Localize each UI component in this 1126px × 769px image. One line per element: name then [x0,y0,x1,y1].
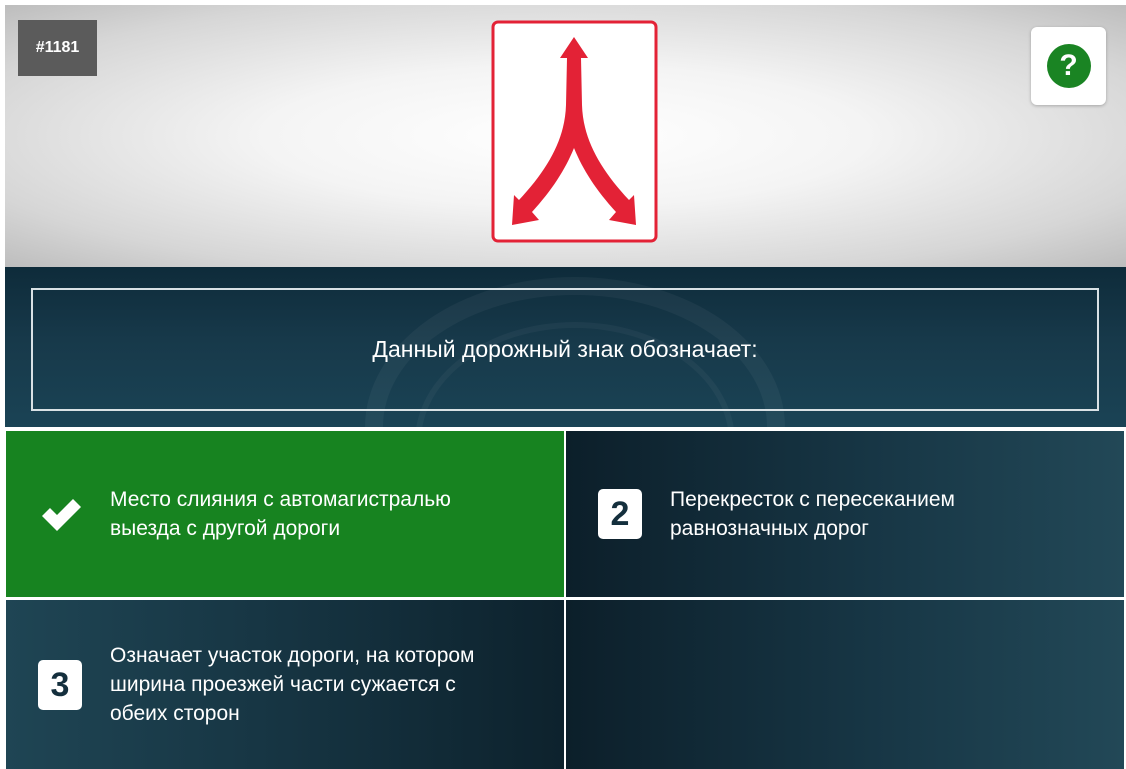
question-number-badge: #1181 [18,20,97,76]
answer-text-3: Означает участок дороги, на котором шири… [110,644,475,725]
help-button[interactable]: ? [1031,27,1106,105]
answer-option-3[interactable]: 3 Означает участок дороги, на котором ши… [6,600,564,769]
answer-number-badge-2: 2 [598,489,642,539]
answer-option-1[interactable]: Место слияния с автомагистралью выезда с… [6,431,564,597]
question-mark-icon: ? [1046,44,1091,88]
answer-option-empty [566,600,1124,769]
sign-panel: #1181 ? [5,5,1126,267]
answer-text-2: Перекресток с пересеканием равнозначных … [670,488,955,540]
answer-number-badge-3: 3 [38,660,82,710]
question-panel: Данный дорожный знак обозначает: [5,267,1126,427]
answer-text-1: Место слияния с автомагистралью выезда с… [110,488,451,540]
road-sign-image [491,20,658,243]
checkmark-icon [42,499,81,531]
question-text: Данный дорожный знак обозначает: [372,336,758,362]
question-box: Данный дорожный знак обозначает: [31,288,1099,411]
answer-option-2[interactable]: 2 Перекресток с пересеканием равнозначны… [566,431,1124,597]
